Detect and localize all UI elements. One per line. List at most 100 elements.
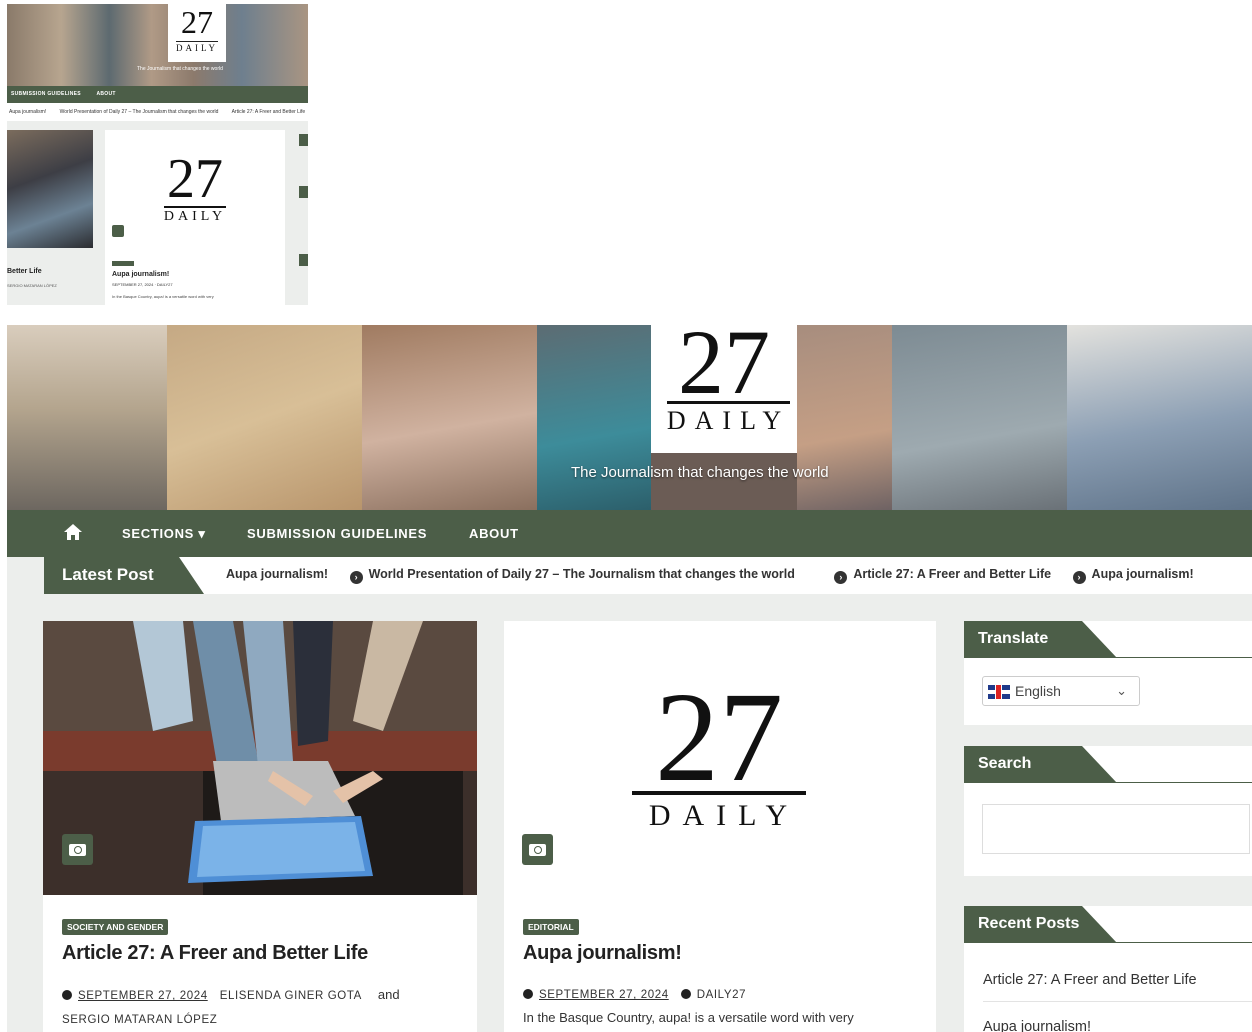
thumbnail-logo-word: DAILY — [175, 41, 219, 53]
post-author[interactable]: DAILY27 — [697, 989, 746, 1001]
ticker-item[interactable]: › Article 27: A Freer and Better Life — [834, 567, 1052, 584]
nav-sections[interactable]: SECTIONS ▾ — [122, 526, 206, 542]
thumbnail-card-logo-word: DAILY — [163, 206, 227, 225]
post-meta: SEPTEMBER 27, 2024 ELISENDA GINER GOTA and… — [62, 983, 462, 1032]
language-select[interactable]: English ⌄ — [982, 676, 1140, 706]
search-widget: Search — [964, 746, 1252, 876]
translate-widget: Translate English ⌄ — [964, 621, 1252, 725]
thumbnail-ticker: Aupa journalism! World Presentation of D… — [7, 103, 308, 121]
ticker-item[interactable]: › World Presentation of Daily 27 – The Jo… — [349, 567, 795, 584]
camera-icon — [522, 834, 553, 865]
post-logo-image: 27 DAILY — [632, 666, 806, 833]
thumbnail-nav-item: ABOUT — [96, 91, 116, 97]
banner-photo — [167, 325, 362, 510]
banner-photo — [362, 325, 537, 510]
header-banner: 27 DAILY The Journalism that changes the… — [7, 325, 1252, 510]
post-logo-number: 27 — [655, 666, 783, 808]
thumbnail-left-title: Better Life — [7, 268, 42, 275]
post-photo — [43, 621, 477, 895]
ticker-item-label: Aupa journalism! — [1091, 567, 1194, 581]
list-divider — [983, 1001, 1252, 1002]
post-title[interactable]: Aupa journalism! — [523, 942, 682, 965]
site-logo[interactable]: 27 DAILY — [651, 325, 797, 453]
post-card: 27 DAILY EDITORIAL Aupa journalism! SEPT… — [504, 621, 936, 1032]
post-card: SOCIETY AND GENDER Article 27: A Freer a… — [43, 621, 477, 1032]
thumbnail-post-image — [7, 130, 93, 248]
camera-icon — [112, 225, 124, 237]
thumbnail-preview: 27 DAILY The Journalism that changes the… — [7, 4, 308, 305]
category-badge[interactable]: EDITORIAL — [523, 919, 579, 935]
nav-about[interactable]: ABOUT — [469, 526, 519, 541]
clock-icon — [62, 990, 72, 1000]
post-date[interactable]: SEPTEMBER 27, 2024 — [78, 990, 208, 1002]
thumbnail-logo-number: 27 — [181, 4, 213, 40]
thumbnail-post-card: 27 DAILY Aupa journalism! SEPTEMBER 27, … — [105, 130, 285, 305]
ticker-item-label: World Presentation of Daily 27 – The Jou… — [368, 567, 795, 581]
post-image[interactable]: 27 DAILY — [504, 621, 936, 895]
post-excerpt: In the Basque Country, aupa! is a versat… — [523, 1010, 854, 1025]
nav-submission-guidelines[interactable]: SUBMISSION GUIDELINES — [247, 526, 427, 541]
clock-icon — [523, 989, 533, 999]
thumbnail-ticker-item: World Presentation of Daily 27 – The Jou… — [59, 109, 219, 115]
widget-title: Search — [964, 746, 1117, 783]
thumbnail-card-logo: 27 DAILY — [155, 148, 235, 225]
recent-post-link[interactable]: Article 27: A Freer and Better Life — [983, 972, 1197, 988]
thumbnail-banner — [7, 4, 308, 86]
logo-word: DAILY — [666, 401, 791, 436]
thumbnail-widget-tab — [299, 186, 308, 198]
home-icon[interactable] — [63, 523, 83, 541]
thumbnail-logo: 27 DAILY — [168, 4, 226, 62]
ticker-label: Latest Post — [44, 557, 204, 594]
post-title[interactable]: Article 27: A Freer and Better Life — [62, 942, 368, 965]
logo-number: 27 — [678, 325, 770, 413]
recent-posts-widget: Recent Posts Article 27: A Freer and Bet… — [964, 906, 1252, 1032]
post-author[interactable]: ELISENDA GINER GOTA — [220, 990, 362, 1002]
arrow-circle-icon: › — [834, 571, 848, 584]
language-value: English — [1015, 683, 1061, 699]
ticker-item-label: Aupa journalism! — [226, 567, 329, 581]
banner-photo — [7, 325, 167, 510]
recent-post-link[interactable]: Aupa journalism! — [983, 1019, 1091, 1032]
thumbnail-ticker-item: Aupa journalism! — [9, 109, 47, 115]
banner-photo — [537, 325, 651, 510]
site-tagline: The Journalism that changes the world — [571, 464, 829, 481]
post-author[interactable]: SERGIO MATARAN LÓPEZ — [62, 1014, 217, 1026]
thumbnail-card-title: Aupa journalism! — [112, 271, 170, 278]
widget-divider — [964, 657, 1252, 658]
thumbnail-category-badge — [112, 261, 134, 266]
thumbnail-widget-tab — [299, 134, 308, 146]
thumbnail-card-logo-number: 27 — [167, 148, 223, 210]
thumbnail-ticker-item: Article 27: A Freer and Better Life — [231, 109, 306, 115]
thumbnail-nav-item: SUBMISSION GUIDELINES — [11, 91, 81, 97]
uk-flag-icon — [988, 685, 1010, 699]
widget-title: Translate — [964, 621, 1117, 658]
arrow-circle-icon: › — [1072, 571, 1086, 584]
user-icon — [680, 989, 691, 999]
post-image[interactable] — [43, 621, 477, 895]
category-badge[interactable]: SOCIETY AND GENDER — [62, 919, 169, 935]
thumbnail-nav: SUBMISSION GUIDELINES ABOUT — [7, 86, 308, 103]
search-input[interactable] — [982, 804, 1250, 854]
arrow-circle-icon: › — [349, 571, 363, 584]
ticker-item[interactable]: › Aupa journalism! — [1072, 567, 1194, 584]
post-date[interactable]: SEPTEMBER 27, 2024 — [539, 989, 669, 1001]
chevron-down-icon: ⌄ — [1116, 683, 1127, 698]
main-navigation: SECTIONS ▾ SUBMISSION GUIDELINES ABOUT — [7, 510, 1252, 557]
thumbnail-widget-tab — [299, 254, 308, 266]
ticker-item[interactable]: Aupa journalism! — [226, 567, 328, 581]
widget-title: Recent Posts — [964, 906, 1117, 943]
banner-photo — [892, 325, 1067, 510]
thumbnail-tagline: The Journalism that changes the world — [137, 66, 223, 72]
widget-divider — [964, 782, 1252, 783]
post-meta: SEPTEMBER 27, 2024 DAILY27 — [523, 983, 923, 1007]
author-conjunction: and — [377, 987, 400, 1002]
latest-post-ticker: Latest Post Aupa journalism! › World Pres… — [44, 557, 1252, 594]
ticker-track: Aupa journalism! › World Presentation of … — [226, 567, 1212, 584]
thumbnail-card-excerpt: In the Basque Country, aupa! is a versat… — [112, 294, 214, 299]
banner-photo — [797, 325, 892, 510]
thumbnail-left-meta: SERGIO MATARAN LÓPEZ — [7, 283, 57, 288]
widget-divider — [964, 942, 1252, 943]
banner-photo — [1067, 325, 1252, 510]
website-page: 27 DAILY The Journalism that changes the… — [7, 325, 1252, 1032]
ticker-item-label: Article 27: A Freer and Better Life — [853, 567, 1052, 581]
